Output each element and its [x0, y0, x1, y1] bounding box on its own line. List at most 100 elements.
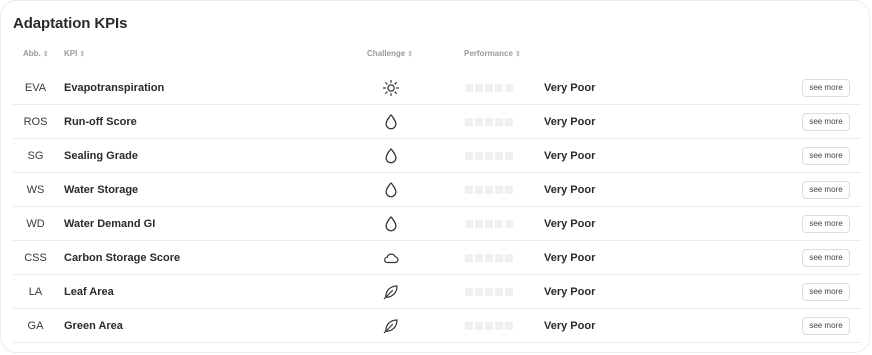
kpi-abbreviation: WS: [26, 184, 45, 196]
performance-segment: [465, 220, 473, 228]
performance-segment: [495, 84, 503, 92]
card-title: Adaptation KPIs: [13, 15, 128, 32]
column-header-challenge[interactable]: Challenge ⇕: [367, 49, 413, 61]
see-more-button[interactable]: see more: [802, 249, 850, 267]
kpi-abbreviation: SG: [27, 150, 44, 162]
performance-label: Very Poor: [544, 252, 596, 264]
performance-label: Very Poor: [544, 150, 596, 162]
performance-label: Very Poor: [544, 320, 596, 332]
performance-segment: [505, 152, 513, 160]
see-more-button[interactable]: see more: [802, 79, 850, 97]
water-drop-icon: [382, 215, 400, 233]
sort-icon: ⇕: [514, 51, 521, 58]
water-drop-icon: [382, 181, 400, 199]
performance-segment: [505, 186, 513, 194]
kpi-abbreviation: GA: [27, 320, 44, 332]
performance-segment: [465, 288, 473, 296]
column-header-performance-label: Performance: [464, 49, 513, 58]
performance-segment: [485, 84, 493, 92]
kpi-abbreviation: WD: [26, 218, 45, 230]
leaf-icon: [382, 317, 400, 335]
performance-meter: [465, 322, 513, 330]
see-more-button[interactable]: see more: [802, 113, 850, 131]
table-row: ROS Run-off Score Very Poor see more: [13, 105, 861, 139]
kpi-abbreviation: CSS: [24, 252, 47, 264]
performance-label: Very Poor: [544, 286, 596, 298]
performance-label: Very Poor: [544, 184, 596, 196]
performance-segment: [495, 152, 503, 160]
kpi-name: Water Storage: [64, 184, 139, 196]
kpi-abbreviation: ROS: [23, 116, 48, 128]
performance-segment: [505, 220, 513, 228]
sort-icon: ⇕: [407, 51, 414, 58]
cloud-icon: [382, 249, 400, 267]
performance-segment: [495, 288, 503, 296]
performance-label: Very Poor: [544, 116, 596, 128]
sort-icon: ⇕: [79, 51, 86, 58]
performance-segment: [495, 322, 503, 330]
performance-segment: [465, 152, 473, 160]
see-more-button[interactable]: see more: [802, 215, 850, 233]
table-row: GA Green Area Very Poor see more: [13, 309, 861, 343]
performance-segment: [485, 254, 493, 262]
sun-icon: [382, 79, 400, 97]
kpi-name: Run-off Score: [64, 116, 137, 128]
kpi-name: Carbon Storage Score: [64, 252, 181, 264]
kpi-abbreviation: LA: [28, 286, 43, 298]
see-more-button[interactable]: see more: [802, 181, 850, 199]
performance-segment: [485, 220, 493, 228]
performance-segment: [495, 118, 503, 126]
performance-segment: [475, 186, 483, 194]
performance-meter: [465, 288, 513, 296]
sort-icon: ⇕: [42, 51, 49, 58]
performance-segment: [485, 186, 493, 194]
see-more-button[interactable]: see more: [802, 317, 850, 335]
performance-segment: [475, 84, 483, 92]
performance-meter: [465, 186, 513, 194]
column-header-kpi[interactable]: KPI ⇕: [64, 49, 85, 61]
water-drop-icon: [382, 147, 400, 165]
performance-segment: [505, 254, 513, 262]
kpi-name: Sealing Grade: [64, 150, 138, 162]
performance-segment: [465, 84, 473, 92]
kpi-name: Leaf Area: [64, 286, 114, 298]
performance-segment: [505, 118, 513, 126]
performance-segment: [485, 152, 493, 160]
column-header-abb-label: Abb.: [23, 49, 41, 58]
performance-segment: [475, 254, 483, 262]
kpi-name: Green Area: [64, 320, 123, 332]
see-more-button[interactable]: see more: [802, 147, 850, 165]
table-row: EVA Evapotranspiration Very Poor see more: [13, 71, 861, 105]
table-row: SG Sealing Grade Very Poor see more: [13, 139, 861, 173]
performance-segment: [485, 288, 493, 296]
performance-label: Very Poor: [544, 218, 596, 230]
performance-segment: [475, 118, 483, 126]
performance-meter: [465, 118, 513, 126]
column-header-abb[interactable]: Abb. ⇕: [23, 49, 49, 61]
performance-label: Very Poor: [544, 82, 596, 94]
column-header-performance[interactable]: Performance ⇕: [464, 49, 521, 61]
performance-segment: [495, 254, 503, 262]
performance-segment: [475, 288, 483, 296]
leaf-icon: [382, 283, 400, 301]
see-more-button[interactable]: see more: [802, 283, 850, 301]
table-row: CSS Carbon Storage Score Very Poor see more: [13, 241, 861, 275]
performance-segment: [505, 84, 513, 92]
water-drop-icon: [382, 113, 400, 131]
performance-segment: [475, 322, 483, 330]
column-header-kpi-label: KPI: [64, 49, 78, 58]
performance-segment: [465, 322, 473, 330]
performance-segment: [495, 186, 503, 194]
adaptation-kpis-card: Adaptation KPIs Abb. ⇕ KPI ⇕ Challenge ⇕ Pe…: [0, 0, 870, 353]
kpi-name: Evapotranspiration: [64, 82, 165, 94]
kpi-abbreviation: EVA: [24, 82, 47, 94]
kpi-name: Water Demand GI: [64, 218, 156, 230]
performance-segment: [485, 322, 493, 330]
performance-segment: [465, 118, 473, 126]
performance-segment: [485, 118, 493, 126]
performance-segment: [465, 186, 473, 194]
column-header-challenge-label: Challenge: [367, 49, 406, 58]
table-row: WS Water Storage Very Poor see more: [13, 173, 861, 207]
performance-meter: [465, 220, 513, 228]
performance-meter: [465, 254, 513, 262]
